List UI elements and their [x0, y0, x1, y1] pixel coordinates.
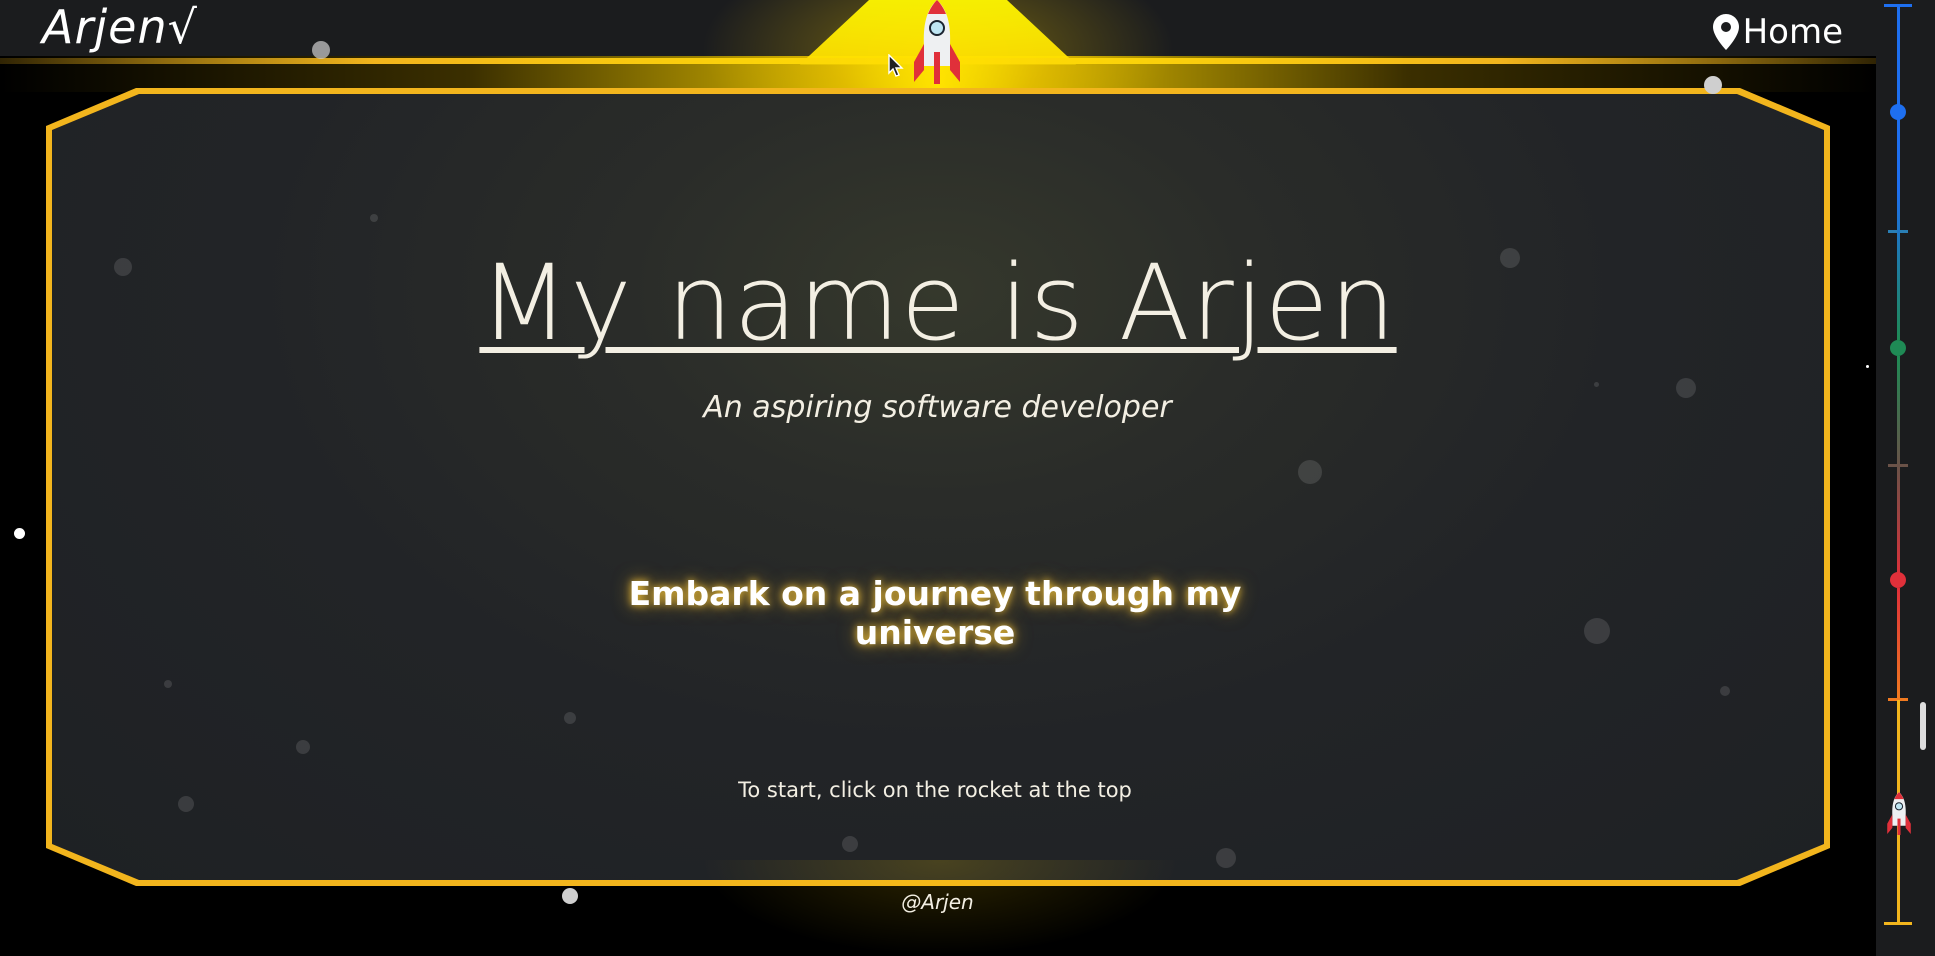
star-dot	[178, 796, 194, 812]
logo[interactable]: Arjen√	[42, 0, 198, 54]
star-dot	[1500, 248, 1520, 268]
footer-credit[interactable]: @Arjen	[860, 890, 1015, 914]
star-dot	[1594, 382, 1599, 387]
timeline-segment	[1897, 4, 1900, 190]
journey-call-to-action: Embark on a journey through my universe	[628, 574, 1242, 652]
hero-panel	[52, 94, 1824, 880]
location-indicator[interactable]: Home	[1712, 12, 1843, 52]
star-dot	[1584, 618, 1610, 644]
page-title: My name is Arjen	[479, 242, 1397, 364]
start-hint: To start, click on the rocket at the top	[738, 778, 1132, 802]
star-dot	[14, 528, 25, 539]
star-dot	[1298, 460, 1322, 484]
timeline-stop-blue[interactable]	[1890, 104, 1906, 120]
star-dot	[1676, 378, 1696, 398]
star-dot	[312, 41, 330, 59]
star-dot	[562, 888, 578, 904]
star-dot	[296, 740, 310, 754]
star-dot	[842, 836, 858, 852]
star-dot	[1720, 686, 1730, 696]
star-dot	[1866, 365, 1869, 368]
mouse-cursor-icon	[888, 54, 904, 77]
location-label: Home	[1742, 12, 1843, 52]
star-dot	[1216, 848, 1236, 868]
star-dot	[114, 258, 132, 276]
star-dot	[370, 214, 378, 222]
timeline-segment	[1897, 588, 1900, 698]
star-dot	[564, 712, 576, 724]
timeline-stop-green[interactable]	[1890, 340, 1906, 356]
timeline-segment	[1897, 356, 1900, 578]
page-subtitle: An aspiring software developer	[703, 390, 1172, 425]
timeline-segment	[1897, 190, 1900, 340]
timeline-bottom-cap	[1884, 922, 1912, 925]
timeline-stop-red[interactable]	[1890, 572, 1906, 588]
timeline-rocket-icon	[1887, 792, 1911, 835]
star-dot	[1704, 76, 1722, 94]
timeline-tick	[1888, 464, 1908, 467]
star-dot	[164, 680, 172, 688]
scrollbar-thumb[interactable]	[1920, 702, 1926, 750]
rocket-icon[interactable]	[912, 0, 962, 86]
map-pin-icon	[1712, 14, 1739, 50]
